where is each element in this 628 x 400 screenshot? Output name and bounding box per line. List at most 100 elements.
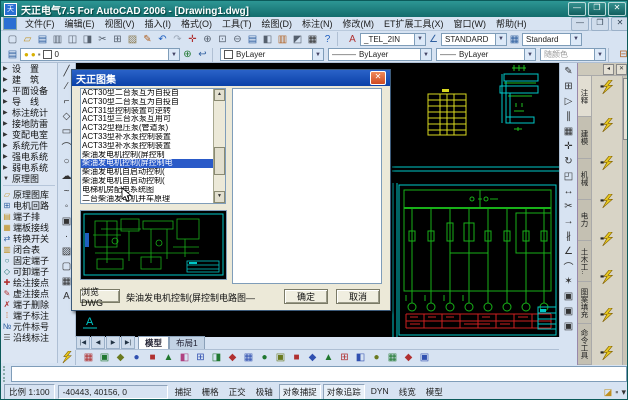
lineweight-combo[interactable]: —— ByLayer ▼ <box>436 48 536 61</box>
color-combo[interactable]: ByLayer ▼ <box>220 48 324 61</box>
status-toggle-button[interactable]: 对象追踪 <box>323 384 365 400</box>
sidebar-command-item[interactable]: ☰ 沿线标注 <box>1 332 57 343</box>
toolbar-icon[interactable]: ▥ <box>275 32 290 46</box>
tray-icon[interactable]: ▾ <box>621 387 626 398</box>
palette-close-icon[interactable]: ✕ <box>616 64 627 75</box>
menu-item[interactable]: 编辑(E) <box>60 17 100 30</box>
tz-tool-icon[interactable]: ◧ <box>178 351 191 364</box>
toolbar-icon[interactable]: ▤ <box>245 32 260 46</box>
modify-tool-icon[interactable]: ◰ <box>561 169 576 184</box>
lightning-tool-icon[interactable] <box>600 194 615 214</box>
tab-nav-button[interactable]: ◀ <box>91 336 105 349</box>
toolbar-icon[interactable]: ▥ <box>50 32 65 46</box>
menu-item[interactable]: 插入(I) <box>140 17 177 30</box>
modify-tool-icon[interactable]: ∠ <box>561 244 576 259</box>
tz-tool-icon[interactable]: ⊞ <box>194 351 207 364</box>
tz-tool-icon-1[interactable]: ⊟ <box>616 48 628 62</box>
tz-tool-icon[interactable]: ▣ <box>274 351 287 364</box>
text-style-icon[interactable]: A <box>345 32 360 46</box>
menu-item[interactable]: ET扩展工具(X) <box>379 17 449 30</box>
tz-tool-icon[interactable]: ■ <box>290 351 303 364</box>
lightning-tool-icon[interactable] <box>600 346 615 366</box>
dim-style-icon[interactable]: ∠ <box>426 32 441 46</box>
atlas-list-item[interactable]: ACT33型补水泵控制装置 <box>81 133 213 142</box>
tz-tool-icon[interactable]: ◆ <box>306 351 319 364</box>
toolbar-icon[interactable]: ▱ <box>20 32 35 46</box>
child-window-control[interactable]: ✕ <box>611 17 628 31</box>
modify-tool-icon[interactable]: ⊞ <box>561 79 576 94</box>
modify-tool-icon[interactable]: ✶ <box>561 274 576 289</box>
palette-tab[interactable]: 图案填充 <box>578 282 591 323</box>
atlas-list-item[interactable]: ACT30型二台泵互为自投自 <box>81 98 213 107</box>
list-scrollbar[interactable]: ▲ ▼ <box>213 89 225 203</box>
atlas-list-item[interactable]: 柴油发电机控制(屏控制 <box>81 151 213 160</box>
dialog-titlebar[interactable]: 天正图集 ✕ <box>72 70 390 86</box>
toolbar-icon[interactable]: ✛ <box>185 32 200 46</box>
modify-tool-icon[interactable]: ✂ <box>561 199 576 214</box>
atlas-listbox[interactable]: ACT30型二台泵互为自投自ACT30型二台泵互为自投自ACT31型控制装置可逆… <box>80 88 226 204</box>
toolbar-icon[interactable]: ◩ <box>290 32 305 46</box>
lightning-tool-icon[interactable] <box>600 118 615 138</box>
tz-tool-icon[interactable]: ◆ <box>114 351 127 364</box>
atlas-list-item[interactable]: ACT32型稳压泵(管道泵) <box>81 124 213 133</box>
chevron-down-icon[interactable]: ▼ <box>414 34 425 45</box>
modify-tool-icon[interactable]: ▦ <box>561 124 576 139</box>
modify-tool-icon[interactable]: ▣ <box>561 319 576 334</box>
sidebar-group-item[interactable]: ▼ 原理图 <box>1 173 57 184</box>
modify-tool-icon[interactable]: ✛ <box>561 139 576 154</box>
lightning-tool-icon[interactable] <box>600 80 615 100</box>
tz-tool-icon[interactable]: ◆ <box>226 351 239 364</box>
modify-tool-icon[interactable]: ▣ <box>561 304 576 319</box>
status-toggle-button[interactable]: 对象捕捉 <box>279 384 321 400</box>
menu-item[interactable]: 帮助(H) <box>491 17 532 30</box>
menu-item[interactable]: 格式(O) <box>176 17 217 30</box>
menu-item[interactable]: 标注(N) <box>297 17 338 30</box>
tray-icon[interactable]: ▪ <box>615 387 618 397</box>
atlas-list-item[interactable]: 柴油发电机控制(屏控制电 <box>81 159 213 168</box>
status-toggle-button[interactable]: 捕捉 <box>171 384 196 400</box>
dim-style-combo[interactable]: STANDARD▼ <box>441 33 507 46</box>
menu-item[interactable]: 绘图(D) <box>257 17 298 30</box>
atlas-category-listbox[interactable] <box>232 88 382 284</box>
lightning-tool-icon[interactable] <box>600 308 615 328</box>
palette-pin-icon[interactable]: ◂ <box>603 64 614 75</box>
status-toggle-button[interactable]: 线宽 <box>395 384 420 400</box>
tz-tool-icon[interactable]: ◨ <box>210 351 223 364</box>
make-layer-current-icon[interactable]: ⊕ <box>180 48 195 62</box>
menu-item[interactable]: 工具(T) <box>217 17 257 30</box>
tab-nav-button[interactable]: ▶ <box>106 336 120 349</box>
toolbar-icon[interactable]: ▢ <box>5 32 20 46</box>
tz-tool-icon[interactable]: ◧ <box>354 351 367 364</box>
child-window-control[interactable]: — <box>571 17 589 31</box>
tz-tool-icon[interactable]: ● <box>258 351 271 364</box>
table-style-icon[interactable]: ▦ <box>507 32 522 46</box>
modify-tool-icon[interactable]: → <box>561 214 576 229</box>
toolbar-icon[interactable]: ⊕ <box>200 32 215 46</box>
toolbar-icon[interactable]: ⊞ <box>110 32 125 46</box>
ok-button[interactable]: 确定 <box>284 289 328 304</box>
tz-tool-icon[interactable]: ▦ <box>242 351 255 364</box>
browse-dwg-button[interactable]: 浏览DWG <box>80 289 120 303</box>
toolbar-icon[interactable]: ▦ <box>305 32 320 46</box>
menu-item[interactable]: 视图(V) <box>100 17 140 30</box>
atlas-list-item[interactable]: 二台柴油发电机并车原理 <box>81 195 213 203</box>
tz-tool-icon[interactable]: ● <box>370 351 383 364</box>
status-toggle-button[interactable]: 栅格 <box>198 384 223 400</box>
scrollbar-thumb[interactable] <box>214 147 225 175</box>
toolbar-icon[interactable]: ▨ <box>125 32 140 46</box>
tz-tool-icon[interactable]: ▦ <box>82 351 95 364</box>
tz-tool-icon[interactable]: ▣ <box>98 351 111 364</box>
modify-tool-icon[interactable]: ✎ <box>561 64 576 79</box>
toolbar-icon[interactable]: ⊖ <box>230 32 245 46</box>
menu-item[interactable]: 文件(F) <box>20 17 60 30</box>
scroll-down-icon[interactable]: ▼ <box>214 191 225 203</box>
tz-tool-icon[interactable]: ⊞ <box>338 351 351 364</box>
chevron-down-icon[interactable]: ▼ <box>524 49 535 60</box>
modify-tool-icon[interactable]: ⌒ <box>561 259 576 274</box>
menu-item[interactable]: 窗口(W) <box>449 17 492 30</box>
toolbar-icon[interactable]: ✂ <box>95 32 110 46</box>
toolbar-icon[interactable]: ▤ <box>35 32 50 46</box>
layer-combo[interactable]: ● ● ▪ 0 ▼ <box>20 48 180 61</box>
dialog-close-icon[interactable]: ✕ <box>370 71 386 85</box>
table-style-combo[interactable]: Standard▼ <box>522 33 582 46</box>
